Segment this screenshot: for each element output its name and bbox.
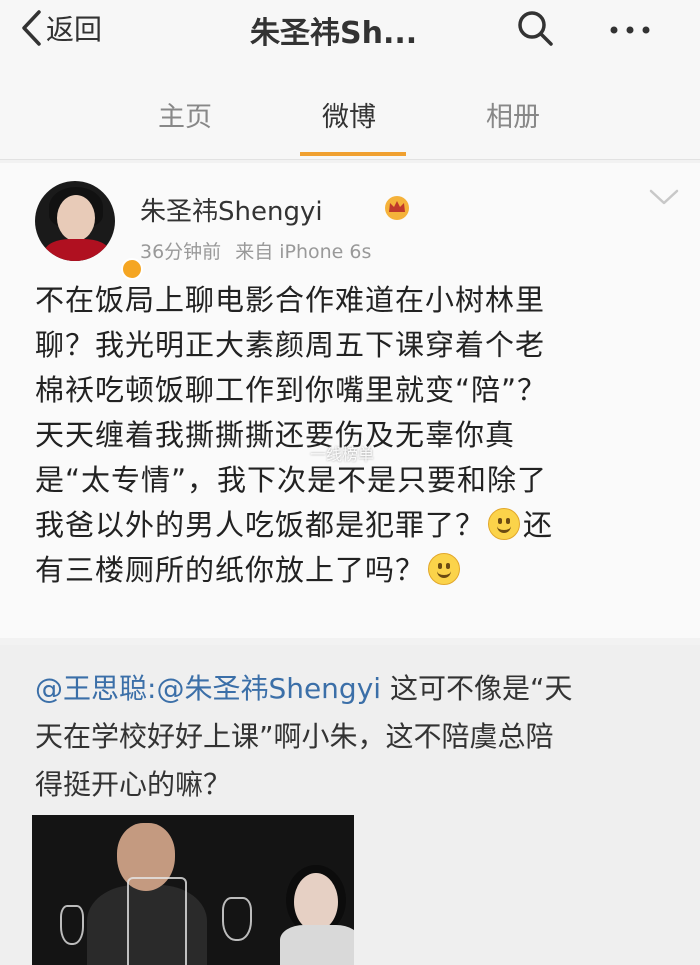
tab-album[interactable]: 相册 bbox=[486, 95, 540, 134]
watermark: 一线榜单 bbox=[310, 445, 375, 464]
mention-link[interactable]: @王思聪: bbox=[35, 672, 156, 705]
post-card: 朱圣祎Shengyi 36分钟前 来自 iPhone 6s 不在饭局上聊电影合作难… bbox=[0, 163, 700, 638]
tab-home[interactable]: 主页 bbox=[158, 95, 212, 134]
page-title: 朱圣祎Sh... bbox=[250, 16, 418, 51]
back-button[interactable]: 返回 bbox=[20, 6, 102, 50]
mention-link[interactable]: @朱圣祎Shengyi bbox=[156, 672, 381, 705]
avatar[interactable] bbox=[35, 181, 115, 261]
search-button[interactable] bbox=[515, 8, 555, 48]
post-time: 36分钟前 bbox=[140, 241, 222, 263]
top-nav-bar: 返回 朱圣祎Sh... bbox=[0, 0, 700, 75]
quoted-text: 得挺开心的嘛？ bbox=[35, 768, 232, 801]
post-line: 棉袄吃顿饭聊工作到你嘴里就变“陪”？ bbox=[35, 373, 548, 407]
more-icon bbox=[610, 26, 650, 34]
chevron-left-icon bbox=[22, 10, 41, 46]
active-tab-indicator bbox=[300, 152, 406, 156]
quoted-post[interactable]: @王思聪:@朱圣祎Shengyi 这可不像是“天 天在学校好好上课”啊小朱，这不… bbox=[0, 645, 700, 965]
chevron-down-icon[interactable] bbox=[647, 185, 681, 209]
profile-tabs: 主页 微博 相册 bbox=[0, 75, 700, 160]
post-author[interactable]: 朱圣祎Shengyi bbox=[140, 191, 323, 228]
post-body: 不在饭局上聊电影合作难道在小树林里 聊？我光明正大素颜周五下课穿着个老 棉袄吃顿… bbox=[35, 278, 675, 593]
more-button[interactable] bbox=[600, 8, 660, 48]
tab-weibo[interactable]: 微博 bbox=[322, 95, 376, 134]
post-line: 聊？我光明正大素颜周五下课穿着个老 bbox=[35, 328, 546, 362]
quoted-post-text: @王思聪:@朱圣祎Shengyi 这可不像是“天 天在学校好好上课”啊小朱，这不… bbox=[35, 665, 675, 809]
quoted-text: 天在学校好好上课”啊小朱，这不陪虞总陪 bbox=[35, 720, 554, 753]
post-line-text: 有三楼厕所的纸你放上了吗？ bbox=[35, 553, 426, 587]
post-photo[interactable] bbox=[32, 815, 354, 965]
search-icon bbox=[518, 11, 553, 46]
smile-emoji-icon bbox=[428, 553, 461, 585]
post-line: 有三楼厕所的纸你放上了吗？ bbox=[35, 548, 675, 593]
post-meta: 36分钟前 来自 iPhone 6s bbox=[140, 237, 371, 264]
back-label: 返回 bbox=[46, 13, 103, 46]
post-line-text: 我爸以外的男人吃饭都是犯罪了？ bbox=[35, 508, 486, 542]
vip-crown-icon bbox=[385, 196, 409, 220]
post-line: 我爸以外的男人吃饭都是犯罪了？ 还 bbox=[35, 503, 675, 548]
smile-emoji-icon bbox=[488, 508, 521, 540]
post-source: 来自 iPhone 6s bbox=[235, 241, 372, 263]
post-line-text: 还 bbox=[523, 508, 554, 542]
quoted-text: 这可不像是“天 bbox=[381, 672, 573, 705]
post-line: 不在饭局上聊电影合作难道在小树林里 bbox=[35, 283, 546, 317]
